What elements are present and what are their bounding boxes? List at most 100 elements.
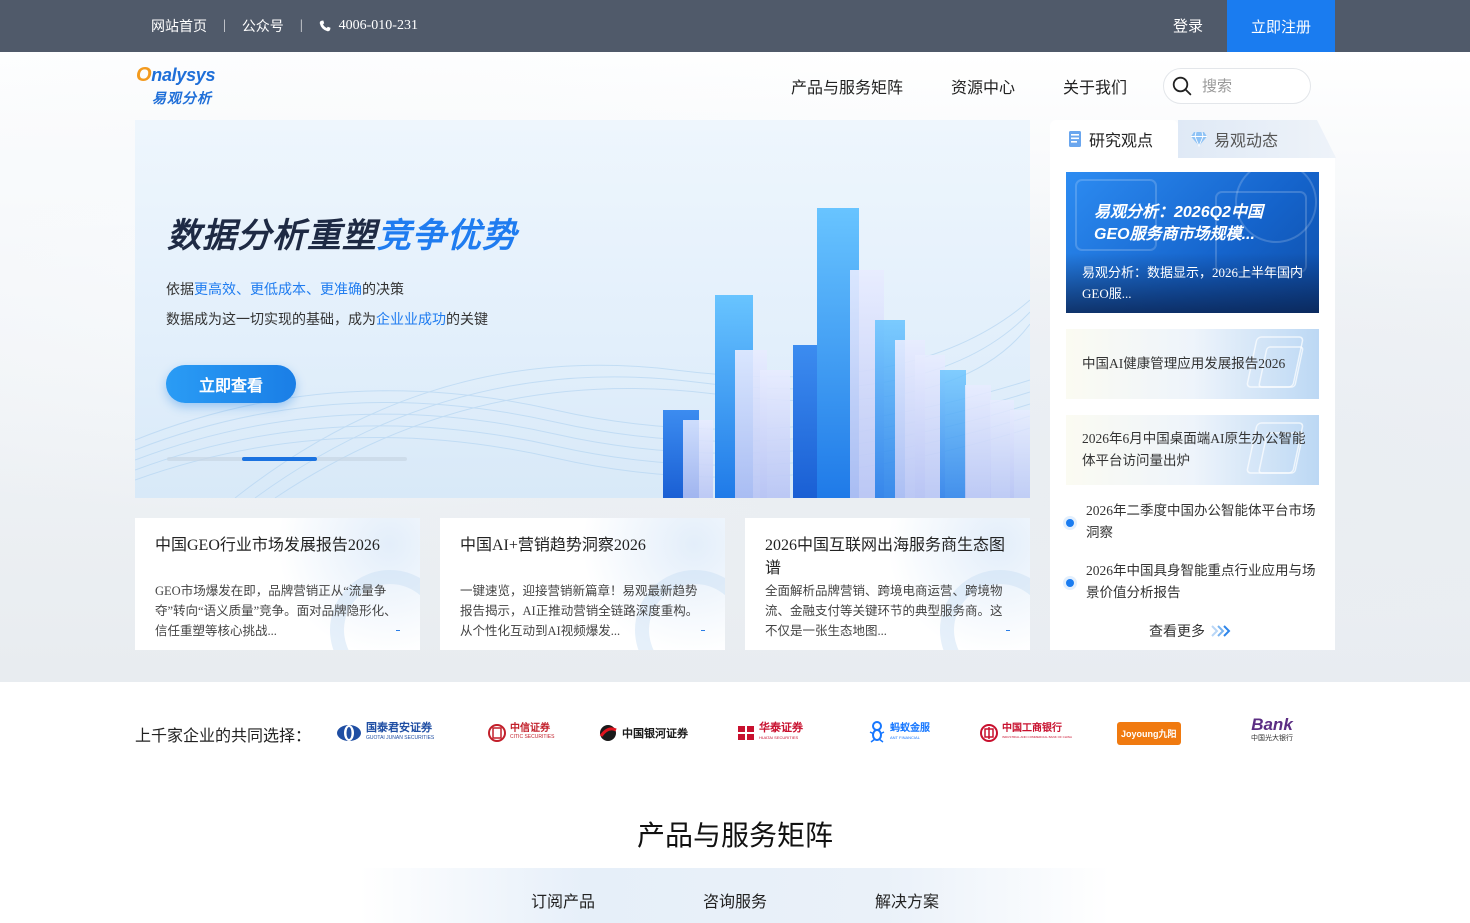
report-desc: 全面解析品牌营销、跨境电商运营、跨境物流、金融支付等关键环节的典型服务商。这不仅…: [765, 584, 1003, 638]
article-card-title: 中国AI健康管理应用发展报告2026: [1082, 356, 1286, 371]
banner-line-text: 数据成为这一切实现的基础，成为: [166, 311, 376, 327]
card-dash: [1006, 630, 1010, 631]
list-bullet: [1066, 519, 1074, 527]
partner-logo-citic: 中信证券 CITIC SECURITIES: [488, 716, 554, 750]
carousel-active-dot: [242, 457, 317, 461]
login-link[interactable]: 登录: [1173, 0, 1203, 52]
featured-article-desc: 易观分析：数据显示，2026上半年国内GEO服...: [1082, 265, 1304, 301]
featured-article-card[interactable]: 易观分析：2026Q2中国GEO服务商市场规模... 易观分析：数据显示，202…: [1066, 172, 1319, 313]
article-card[interactable]: 2026年6月中国桌面端AI原生办公智能体平台访问量出炉: [1066, 415, 1319, 485]
ant-logo-icon: [869, 721, 885, 743]
diamond-icon: [1191, 131, 1207, 147]
logo-text-en: nalysys: [151, 65, 216, 85]
partners-label: 上千家企业的共同选择：: [135, 728, 312, 745]
report-title: 2026中国互联网出海服务商生态图谱: [765, 537, 1006, 577]
separator: |: [299, 18, 303, 33]
tab-news-label: 易观动态: [1214, 133, 1279, 150]
tab-news[interactable]: 易观动态: [1178, 120, 1336, 158]
nav-item-products[interactable]: 产品与服务矩阵: [791, 74, 903, 98]
phone-number: 4006-010-231: [319, 18, 418, 34]
double-chevron-right-icon: [1211, 625, 1231, 637]
banner-title: 数据分析重塑竞争优势: [167, 208, 517, 257]
partner-subname: GUOTAI JUNAN SECURITIES: [366, 735, 435, 741]
side-tabs: 研究观点 易观动态: [1050, 120, 1336, 158]
phone-icon: [319, 20, 331, 32]
article-card[interactable]: 中国AI健康管理应用发展报告2026: [1066, 329, 1319, 399]
report-desc: GEO市场爆发在即，品牌营销正从“流量争夺”转向“语义质量”竞争。面对品牌隐形化…: [155, 584, 397, 638]
icbc-logo-icon: [980, 724, 998, 742]
partner-subname: ANT FINANCIAL: [890, 735, 920, 740]
separator: |: [223, 18, 226, 33]
partner-subname: HUATAI SECURITIES: [759, 735, 799, 740]
partner-logo-huatai: 华泰证券 HUATAI SECURITIES: [737, 716, 803, 750]
report-card[interactable]: 中国GEO行业市场发展报告2026 GEO市场爆发在即，品牌营销正从“流量争夺”…: [135, 518, 420, 650]
report-card[interactable]: 2026中国互联网出海服务商生态图谱 全面解析品牌营销、跨境电商运营、跨境物流、…: [745, 518, 1030, 650]
card-dash: [396, 630, 400, 631]
document-icon: [1069, 131, 1081, 147]
partner-name: 蚂蚁金服: [890, 723, 930, 734]
partner-name: 中国银河证券: [622, 728, 688, 740]
partner-name: Joyoung九阳: [1117, 721, 1181, 745]
home-link[interactable]: 网站首页: [151, 16, 207, 36]
partner-name: Bank: [1251, 715, 1293, 734]
partner-subname: CITIC SECURITIES: [510, 734, 555, 740]
banner-line-highlight: 企业业成功: [376, 311, 446, 327]
carousel-indicator[interactable]: [167, 457, 407, 461]
list-item[interactable]: 2026年中国具身智能重点行业应用与场景价值分析报告: [1086, 560, 1322, 604]
partner-logo-galaxy: 中国银河证券: [598, 716, 688, 750]
banner-line-2: 数据成为这一切实现的基础，成为企业业成功的关键: [166, 309, 488, 329]
wechat-link[interactable]: 公众号: [242, 16, 284, 36]
partner-logo-ant: 蚂蚁金服 ANT FINANCIAL: [868, 716, 930, 750]
report-card[interactable]: 中国AI+营销趋势洞察2026 一键速览，迎接营销新篇章！易观最新趋势报告揭示，…: [440, 518, 725, 650]
banner-title-highlight: 竞争优势: [377, 217, 517, 255]
logo[interactable]: Onalysys 易观分析: [136, 64, 226, 108]
nav-item-about[interactable]: 关于我们: [1063, 74, 1127, 98]
top-links: 网站首页 | 公众号 | 4006-010-231: [151, 0, 418, 52]
tab-consulting[interactable]: 咨询服务: [703, 888, 767, 912]
tab-subscription[interactable]: 订阅产品: [531, 888, 595, 912]
search-box[interactable]: [1163, 68, 1311, 104]
section-title: 产品与服务矩阵: [636, 820, 833, 851]
tab-research[interactable]: 研究观点: [1050, 120, 1178, 158]
search-icon[interactable]: [1172, 76, 1192, 96]
partner-logo-icbc: 中国工商银行 INDUSTRIAL AND COMMERCIAL BANK OF…: [980, 716, 1072, 750]
tab-research-label: 研究观点: [1089, 133, 1154, 150]
card-dash: [701, 630, 705, 631]
banner-line-1: 依据更高效、更低成本、更准确的决策: [166, 279, 404, 299]
list-item[interactable]: 2026年二季度中国办公智能体平台市场洞察: [1086, 500, 1322, 544]
report-title: 中国AI+营销趋势洞察2026: [460, 537, 646, 554]
nav-item-resources[interactable]: 资源中心: [951, 74, 1015, 98]
logo-text-cn: 易观分析: [152, 90, 212, 106]
view-more-link[interactable]: 查看更多: [1149, 621, 1233, 641]
partner-logo-cebbank: Bank 中国光大银行: [1251, 712, 1293, 752]
search-input[interactable]: [1202, 77, 1292, 95]
view-more-label: 查看更多: [1149, 623, 1205, 639]
partner-logo-joyoung: Joyoung九阳: [1117, 716, 1181, 750]
research-panel: 易观分析：2026Q2中国GEO服务商市场规模... 易观分析：数据显示，202…: [1050, 158, 1335, 650]
banner-line-highlight: 更高效、更低成本、更准确: [194, 281, 362, 297]
citic-logo-icon: [488, 724, 506, 742]
partner-subname: INDUSTRIAL AND COMMERCIAL BANK OF CHINA: [1002, 735, 1072, 739]
galaxy-logo-icon: [599, 725, 617, 741]
partner-name: 华泰证券: [759, 722, 803, 734]
partner-name: 中国工商银行: [1002, 723, 1062, 734]
banner-line-text: 的决策: [362, 281, 404, 297]
hero-banner[interactable]: 数据分析重塑竞争优势 依据更高效、更低成本、更准确的决策 数据成为这一切实现的基…: [135, 120, 1030, 498]
main-nav: 产品与服务矩阵 资源中心 关于我们: [791, 74, 1127, 98]
article-card-title: 2026年6月中国桌面端AI原生办公智能体平台访问量出炉: [1082, 431, 1306, 468]
top-bar: 网站首页 | 公众号 | 4006-010-231 登录 立即注册: [0, 0, 1470, 52]
report-title: 中国GEO行业市场发展报告2026: [155, 537, 380, 554]
partner-name: 国泰君安证券: [366, 722, 432, 734]
register-button[interactable]: 立即注册: [1227, 0, 1335, 52]
partner-name: 中信证券: [510, 723, 550, 734]
report-desc: 一键速览，迎接营销新篇章！易观最新趋势报告揭示，AI正推动营销全链路深度重构。从…: [460, 584, 699, 638]
huatai-logo-icon: [738, 726, 754, 740]
partner-logo-guotai: 国泰君安证券 GUOTAI JUNAN SECURITIES: [336, 716, 434, 750]
tab-solutions[interactable]: 解决方案: [875, 888, 939, 912]
banner-view-button[interactable]: 立即查看: [166, 365, 296, 403]
guotai-logo-icon: [337, 725, 361, 741]
list-bullet: [1066, 579, 1074, 587]
partner-subname: 中国光大银行: [1251, 735, 1293, 742]
logo-letter: O: [136, 64, 152, 86]
banner-line-text: 的关键: [446, 311, 488, 327]
